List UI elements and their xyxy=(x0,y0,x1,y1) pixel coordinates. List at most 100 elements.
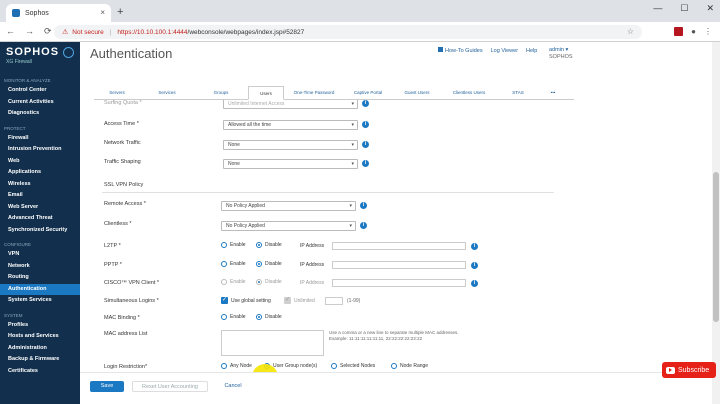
close-tab-icon[interactable]: × xyxy=(100,8,105,17)
network-traffic-select[interactable]: None ▾ xyxy=(223,140,358,150)
cisco-enable-radio[interactable]: Enable xyxy=(221,279,246,285)
sidebar-item-advanced-threat[interactable]: Advanced Threat xyxy=(0,213,80,225)
traffic-shaping-info-icon[interactable]: i xyxy=(362,160,369,167)
unlimited-checkbox[interactable]: ✓ Unlimited xyxy=(284,297,315,304)
sidebar-section-protect: PROTECT xyxy=(4,125,26,131)
surfing-quota-select[interactable]: Unlimited Internet Access ▾ xyxy=(223,100,358,109)
close-window-button[interactable]: ✕ xyxy=(706,3,714,14)
tab-guest-users[interactable]: Guest Users xyxy=(392,86,442,99)
clientless-select[interactable]: No Policy Applied ▾ xyxy=(221,221,356,231)
l2tp-ip-label: IP Address xyxy=(300,243,325,249)
reload-icon[interactable]: ⟳ xyxy=(44,26,52,37)
remote-access-info-icon[interactable]: i xyxy=(360,202,367,209)
sidebar-item-applications[interactable]: Applications xyxy=(0,167,80,179)
any-node-radio[interactable]: Any Node xyxy=(221,363,252,369)
l2tp-ip-input[interactable] xyxy=(332,242,466,250)
maximize-button[interactable]: ☐ xyxy=(680,3,688,14)
sidebar-item-web[interactable]: Web xyxy=(0,156,80,168)
back-arrow-icon[interactable]: ← xyxy=(6,26,15,37)
sidebar-item-profiles[interactable]: Profiles xyxy=(0,320,80,332)
cisco-info-icon[interactable]: i xyxy=(471,280,478,287)
sidebar-item-control-center[interactable]: Control Center xyxy=(0,85,80,97)
sidebar-item-vpn[interactable]: VPN xyxy=(0,249,80,261)
tab-stas[interactable]: STAS xyxy=(496,86,540,99)
sidebar-item-hosts-and-services[interactable]: Hosts and Services xyxy=(0,331,80,343)
l2tp-info-icon[interactable]: i xyxy=(471,243,478,250)
profile-icon[interactable]: ● xyxy=(691,27,696,36)
cisco-ip-input[interactable] xyxy=(332,279,466,287)
sidebar-item-system-services[interactable]: System Services xyxy=(0,295,80,307)
tab-one-time-password[interactable]: One-Time Password xyxy=(284,86,344,99)
surfing-quota-info-icon[interactable]: i xyxy=(362,100,369,107)
subscribe-button[interactable]: Subscribe xyxy=(662,362,716,378)
mac-list-textarea[interactable] xyxy=(221,330,324,356)
sidebar-item-web-server[interactable]: Web Server xyxy=(0,202,80,214)
sidebar-item-email[interactable]: Email xyxy=(0,190,80,202)
remote-access-select[interactable]: No Policy Applied ▾ xyxy=(221,201,356,211)
sidebar-item-intrusion-prevention[interactable]: Intrusion Prevention xyxy=(0,144,80,156)
cancel-button[interactable]: Cancel xyxy=(216,381,250,392)
use-global-setting-checkbox[interactable]: ✓ Use global setting xyxy=(221,297,271,304)
sidebar-item-certificates[interactable]: Certificates xyxy=(0,366,80,378)
access-time-select[interactable]: Allowed all the time ▾ xyxy=(223,120,358,130)
subscribe-label: Subscribe xyxy=(678,366,710,374)
log-viewer-link[interactable]: Log Viewer xyxy=(491,48,518,54)
scrollbar-thumb[interactable] xyxy=(713,172,719,322)
extension-icon[interactable] xyxy=(674,27,684,36)
sidebar-item-authentication[interactable]: Authentication xyxy=(0,283,80,295)
reset-user-accounting-button[interactable]: Reset User Accounting xyxy=(132,381,208,392)
product-name: XG Firewall xyxy=(6,59,32,65)
node-range-radio[interactable]: Node Range xyxy=(391,363,428,369)
l2tp-enable-radio[interactable]: Enable xyxy=(221,242,246,248)
bookmark-star-icon[interactable]: ☆ xyxy=(627,27,634,36)
mac-binding-enable-radio[interactable]: Enable xyxy=(221,314,246,320)
selected-nodes-radio[interactable]: Selected Nodes xyxy=(331,363,375,369)
pptp-enable-radio[interactable]: Enable xyxy=(221,261,246,267)
url-field[interactable]: ⚠ Not secure | https://10.10.100.1:4444 … xyxy=(54,25,642,39)
mac-binding-disable-radio[interactable]: Disable xyxy=(256,314,282,320)
sophos-logo: SOPHOS XG Firewall xyxy=(0,42,80,72)
sidebar-item-wireless[interactable]: Wireless xyxy=(0,179,80,191)
pptp-disable-radio[interactable]: Disable xyxy=(256,261,282,267)
sidebar-item-firewall[interactable]: Firewall xyxy=(0,133,80,145)
header-links: How-To Guides Log Viewer Help xyxy=(438,47,537,54)
forward-arrow-icon[interactable]: → xyxy=(25,26,34,37)
tab-more[interactable]: ••• xyxy=(540,86,566,99)
login-count-input[interactable] xyxy=(325,297,343,305)
pptp-info-icon[interactable]: i xyxy=(471,262,478,269)
how-to-guides-link[interactable]: How-To Guides xyxy=(438,47,483,54)
admin-user[interactable]: admin ▾ xyxy=(549,47,573,53)
cisco-disable-radio[interactable]: Disable xyxy=(256,279,282,285)
sidebar-item-routing[interactable]: Routing xyxy=(0,272,80,284)
page-scrollbar[interactable] xyxy=(712,42,720,404)
sidebar-item-current-activities[interactable]: Current Activities xyxy=(0,97,80,109)
tab-services[interactable]: Services xyxy=(140,86,194,99)
menu-icon[interactable]: ⋮ xyxy=(704,27,712,36)
browser-tab[interactable]: Sophos × xyxy=(6,4,111,22)
admin-menu[interactable]: admin ▾ SOPHOS xyxy=(549,47,573,60)
l2tp-disable-radio[interactable]: Disable xyxy=(256,242,282,248)
sidebar-item-diagnostics[interactable]: Diagnostics xyxy=(0,108,80,120)
access-time-info-icon[interactable]: i xyxy=(362,121,369,128)
minimize-button[interactable]: — xyxy=(653,3,662,14)
tab-captive-portal[interactable]: Captive Portal xyxy=(344,86,392,99)
tab-users[interactable]: Users xyxy=(248,86,284,100)
network-traffic-info-icon[interactable]: i xyxy=(362,141,369,148)
sidebar-item-synchronized-security[interactable]: Synchronized Security xyxy=(0,225,80,237)
clientless-info-icon[interactable]: i xyxy=(360,222,367,229)
sidebar-item-network[interactable]: Network xyxy=(0,261,80,273)
mac-binding-label: MAC Binding * xyxy=(104,315,140,321)
save-button[interactable]: Save xyxy=(90,381,124,392)
tab-groups[interactable]: Groups xyxy=(194,86,248,99)
help-link[interactable]: Help xyxy=(526,48,537,54)
sidebar-item-backup-firmware[interactable]: Backup & Firmware xyxy=(0,354,80,366)
traffic-shaping-select[interactable]: None ▾ xyxy=(223,159,358,169)
clientless-label: Clientless * xyxy=(104,221,132,227)
admin-org: SOPHOS xyxy=(549,54,573,60)
pptp-ip-input[interactable] xyxy=(332,261,466,269)
new-tab-button[interactable]: + xyxy=(117,6,123,18)
not-secure-label[interactable]: Not secure xyxy=(72,29,103,36)
sidebar-item-administration[interactable]: Administration xyxy=(0,343,80,355)
tab-servers[interactable]: Servers xyxy=(94,86,140,99)
tab-clientless-users[interactable]: Clientless Users xyxy=(442,86,496,99)
